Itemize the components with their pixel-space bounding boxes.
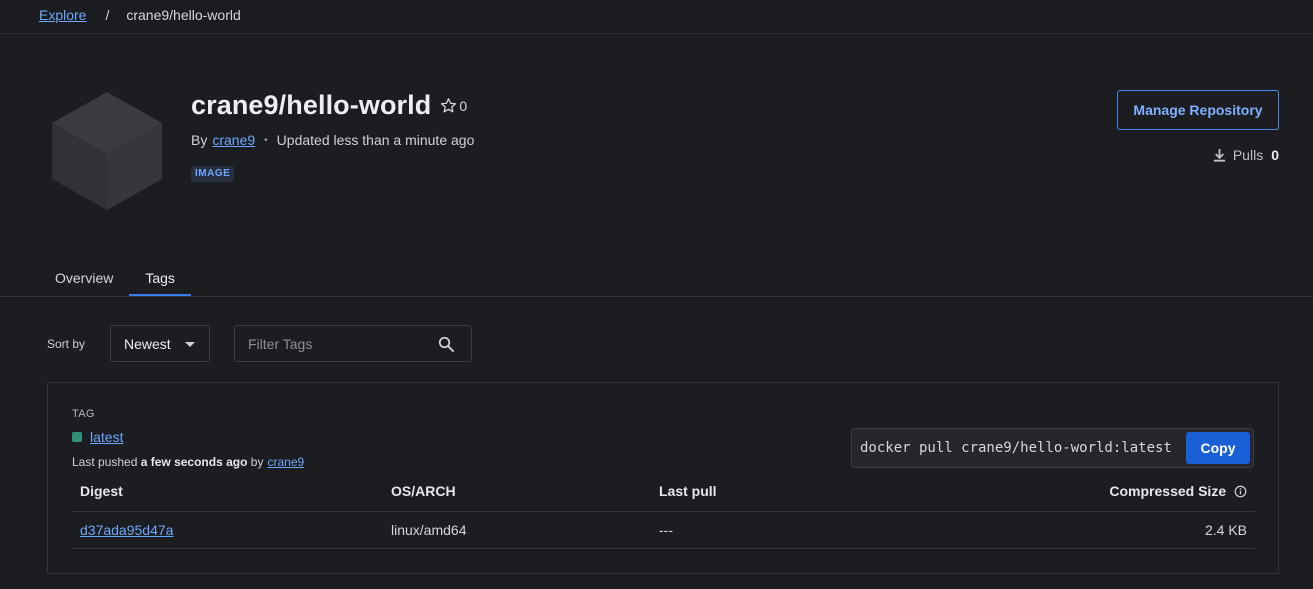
pull-command-box: docker pull crane9/hello-world:latest Co… xyxy=(851,428,1254,468)
table-header-row: Digest OS/ARCH Last pull Compressed Size xyxy=(72,472,1255,512)
tab-overview[interactable]: Overview xyxy=(39,259,129,297)
pull-command-text: docker pull crane9/hello-world:latest xyxy=(860,440,1172,456)
breadcrumb-explore-link[interactable]: Explore xyxy=(39,7,86,23)
byline-dot: • xyxy=(264,134,268,146)
filter-tags-input[interactable] xyxy=(235,334,425,353)
tags-toolbar: Sort by Newest xyxy=(47,325,472,362)
download-icon xyxy=(1213,148,1225,162)
pulls-stat: Pulls 0 xyxy=(1212,147,1279,163)
sort-label: Sort by xyxy=(47,336,86,351)
digest-cell: d37ada95d47a xyxy=(72,511,383,549)
search-icon[interactable] xyxy=(437,335,456,354)
star-button[interactable]: 0 xyxy=(440,97,467,114)
by-prefix: By xyxy=(191,132,208,148)
breadcrumb-current: crane9/hello-world xyxy=(126,7,241,23)
table-row: d37ada95d47a linux/amd64 --- 2.4 KB xyxy=(72,511,1255,549)
repo-title: crane9/hello-world xyxy=(191,90,432,120)
owner-link[interactable]: crane9 xyxy=(212,132,255,148)
star-count: 0 xyxy=(459,97,468,114)
filter-tags-field xyxy=(234,325,472,362)
repo-byline: By crane9 • Updated less than a minute a… xyxy=(191,132,474,148)
repo-tabs: Overview Tags xyxy=(39,259,191,297)
breadcrumb: Explore / crane9/hello-world xyxy=(39,7,241,23)
breadcrumb-bar: Explore / crane9/hello-world xyxy=(0,0,1313,34)
tag-name-row: latest xyxy=(72,429,123,445)
tag-status-indicator xyxy=(72,432,82,442)
tag-card: TAG latest Last pushed a few seconds ago… xyxy=(47,382,1279,574)
column-digest: Digest xyxy=(72,472,383,512)
pushed-time: a few seconds ago xyxy=(140,455,248,469)
pushed-prefix: Last pushed xyxy=(72,455,138,469)
repository-cube-icon xyxy=(52,92,162,210)
os-arch-cell: linux/amd64 xyxy=(383,511,651,549)
column-last-pull: Last pull xyxy=(651,472,847,512)
column-os-arch: OS/ARCH xyxy=(383,472,651,512)
pushed-by: by xyxy=(250,455,264,469)
repo-header: crane9/hello-world 0 By crane9 • Updated… xyxy=(0,35,1313,297)
tab-tags[interactable]: Tags xyxy=(129,259,191,297)
tag-heading: TAG xyxy=(72,408,95,420)
column-compressed-size: Compressed Size xyxy=(846,472,1255,512)
digest-table: Digest OS/ARCH Last pull Compressed Size… xyxy=(72,472,1255,549)
digest-link[interactable]: d37ada95d47a xyxy=(80,522,173,538)
pulls-label: Pulls xyxy=(1232,147,1264,163)
tabs-divider xyxy=(0,296,1313,297)
chevron-down-icon xyxy=(185,342,195,347)
compressed-size-label: Compressed Size xyxy=(1109,483,1227,500)
sort-select[interactable]: Newest xyxy=(110,325,210,362)
copy-button[interactable]: Copy xyxy=(1186,432,1250,464)
star-icon xyxy=(441,98,457,113)
image-badge: IMAGE xyxy=(191,166,235,182)
breadcrumb-separator: / xyxy=(105,7,110,23)
pushed-user-link[interactable]: crane9 xyxy=(267,455,304,469)
pulls-count: 0 xyxy=(1271,147,1279,163)
last-pushed: Last pushed a few seconds ago by crane9 xyxy=(72,455,304,469)
manage-repository-button[interactable]: Manage Repository xyxy=(1117,90,1279,130)
last-pull-cell: --- xyxy=(651,511,847,549)
size-cell: 2.4 KB xyxy=(846,511,1255,549)
sort-value: Newest xyxy=(124,335,171,352)
tag-link[interactable]: latest xyxy=(90,429,123,445)
updated-text: Updated less than a minute ago xyxy=(276,132,475,148)
info-icon[interactable] xyxy=(1234,485,1247,498)
repo-title-row: crane9/hello-world 0 xyxy=(191,90,467,121)
